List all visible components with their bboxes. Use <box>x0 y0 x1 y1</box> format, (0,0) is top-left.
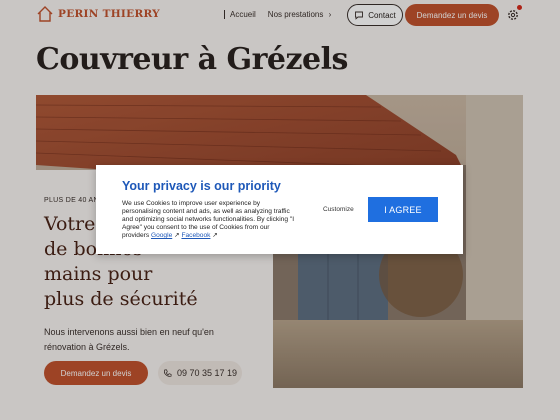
external-link-icon: ↗ <box>212 232 218 239</box>
facebook-link[interactable]: Facebook <box>181 232 210 239</box>
external-link-icon: ↗ <box>174 232 180 239</box>
cookie-dialog-title: Your privacy is our priority <box>122 179 281 193</box>
customize-button[interactable]: Customize <box>323 206 354 213</box>
cookie-consent-dialog: Your privacy is our priority We use Cook… <box>96 165 463 254</box>
agree-button[interactable]: I AGREE <box>368 197 438 222</box>
cookie-dialog-body: We use Cookies to improve user experienc… <box>122 200 298 240</box>
google-link[interactable]: Google <box>151 232 172 239</box>
